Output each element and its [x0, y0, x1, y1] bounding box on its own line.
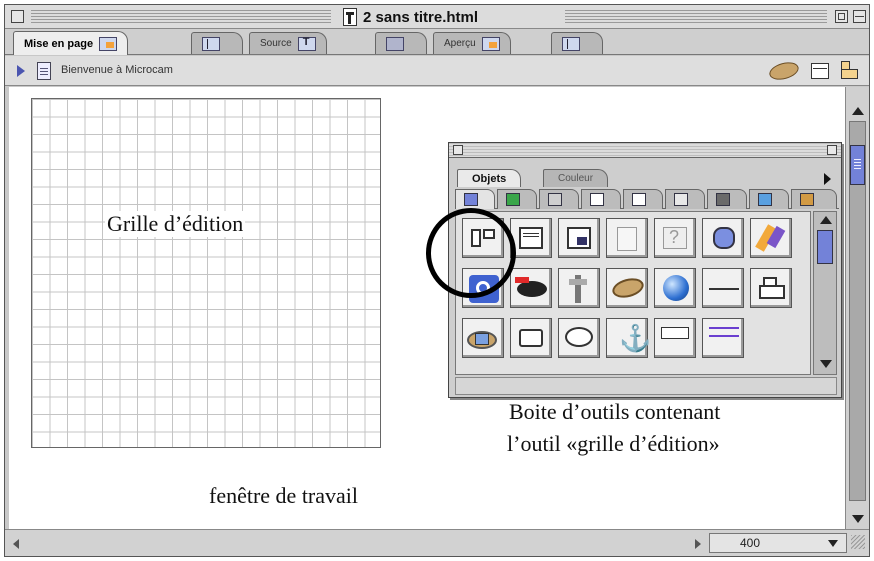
frame-tool-button[interactable]	[606, 218, 648, 258]
tab-label: Mise en page	[24, 37, 94, 50]
breadcrumb[interactable]: Bienvenue à Microcam	[61, 64, 173, 76]
resize-grip-icon[interactable]	[851, 535, 865, 549]
tab-label: Source	[260, 38, 292, 49]
comment-button[interactable]	[558, 318, 600, 358]
title-stripes	[31, 10, 331, 24]
close-box-icon[interactable]	[11, 10, 24, 23]
highlight-circle	[426, 208, 516, 298]
script-button[interactable]	[558, 268, 600, 308]
window-title: 2 sans titre.html	[337, 7, 485, 27]
category-more[interactable]	[791, 189, 837, 209]
palette-title-bar[interactable]	[449, 143, 841, 158]
palette-status-bar	[455, 377, 837, 395]
frames-icon	[202, 36, 220, 51]
window-icon	[590, 193, 604, 206]
grid-annotation: Grille d’édition	[105, 211, 246, 237]
text-icon	[297, 36, 316, 51]
vertical-scrollbar[interactable]	[845, 87, 869, 529]
zoom-value: 400	[740, 536, 761, 550]
source-mono-icon	[386, 36, 404, 51]
category-smart[interactable]	[707, 189, 747, 209]
tab-mise-en-page[interactable]: Mise en page	[13, 31, 129, 55]
toolbox-annotation-line2: l’outil «grille d’édition»	[507, 431, 720, 456]
image-icon	[99, 36, 118, 51]
object-oval-icon[interactable]	[767, 59, 801, 83]
palette-tabs: Objets Couleur	[449, 159, 841, 187]
palette-category-tabs	[455, 187, 839, 209]
frames-icon	[562, 36, 580, 51]
shockwave-button[interactable]	[510, 268, 552, 308]
html-tag-button[interactable]	[702, 318, 744, 358]
table-tool-button[interactable]	[510, 218, 552, 258]
palette-menu-arrow-icon[interactable]	[824, 173, 831, 185]
image-map-button[interactable]	[462, 318, 504, 358]
category-head[interactable]	[665, 189, 705, 209]
help-object-button[interactable]: ?	[654, 218, 696, 258]
page-icon	[37, 62, 51, 80]
category-window[interactable]	[581, 189, 621, 209]
horizontal-rule-button[interactable]	[702, 268, 744, 308]
zoom-box-icon[interactable]	[835, 10, 848, 23]
list-icon	[548, 193, 562, 206]
window-title-text: 2 sans titre.html	[363, 8, 479, 26]
layout-icon[interactable]	[839, 61, 858, 79]
scroll-right-arrow-icon[interactable]	[695, 539, 701, 549]
scroll-thumb[interactable]	[817, 230, 833, 264]
scroll-up-arrow-icon[interactable]	[820, 216, 832, 224]
title-stripes	[565, 10, 827, 24]
forms-icon	[506, 193, 520, 206]
anchor-button[interactable]: ⚓	[606, 318, 651, 358]
form-submit-button[interactable]	[750, 268, 792, 308]
toolbar: Bienvenue à Microcam	[5, 56, 869, 86]
view-tab-row: Mise en page Source Aperçu	[5, 29, 869, 55]
scroll-thumb[interactable]	[850, 145, 865, 185]
tab-apercu-frames[interactable]	[551, 32, 603, 54]
tab-frames[interactable]	[191, 32, 243, 54]
category-basic[interactable]	[455, 189, 495, 209]
more-icon	[800, 193, 814, 206]
category-list[interactable]	[539, 189, 579, 209]
tab-source-alt[interactable]	[375, 32, 427, 54]
chevron-down-icon	[828, 540, 838, 547]
site-icon	[758, 193, 772, 206]
tab-source[interactable]: Source	[249, 32, 327, 54]
category-frames[interactable]	[623, 189, 663, 209]
window-annotation: fenêtre de travail	[209, 483, 359, 508]
palette-tab-couleur[interactable]: Couleur	[543, 169, 609, 187]
collapse-box-icon[interactable]	[853, 10, 866, 23]
scroll-up-arrow-icon[interactable]	[852, 107, 864, 115]
disclosure-triangle-icon[interactable]	[17, 65, 25, 77]
scroll-down-arrow-icon[interactable]	[852, 515, 864, 523]
scroll-left-arrow-icon[interactable]	[13, 539, 19, 549]
basic-objects-icon	[464, 193, 478, 206]
scroll-down-arrow-icon[interactable]	[820, 360, 832, 368]
palette-close-icon[interactable]	[453, 145, 463, 155]
html-document-icon	[343, 8, 357, 26]
palette-scrollbar[interactable]	[813, 211, 837, 375]
object-oval-button[interactable]	[606, 268, 648, 308]
image-tool-button[interactable]	[558, 218, 600, 258]
toolbox-annotation-line1: Boite d’outils contenant	[509, 399, 721, 424]
bottom-bar: 400	[5, 529, 869, 556]
zoom-select[interactable]: 400	[709, 533, 847, 553]
tab-label: Aperçu	[444, 38, 476, 49]
line-break-button[interactable]	[654, 318, 696, 358]
java-applet-button[interactable]	[750, 218, 792, 258]
title-bar[interactable]: 2 sans titre.html	[5, 5, 869, 29]
palette-collapse-icon[interactable]	[827, 145, 837, 155]
smart-objects-icon	[716, 193, 730, 206]
window-icon[interactable]	[811, 63, 829, 79]
frames-icon	[632, 193, 646, 206]
marquee-button[interactable]	[510, 318, 552, 358]
tab-apercu[interactable]: Aperçu	[433, 32, 511, 54]
layout-grid[interactable]	[31, 98, 381, 448]
category-forms[interactable]	[497, 189, 537, 209]
sphere-object-button[interactable]	[654, 268, 696, 308]
head-icon	[674, 193, 688, 206]
plugin-object-button[interactable]	[702, 218, 744, 258]
image-icon	[481, 36, 500, 51]
palette-tab-objets[interactable]: Objets	[457, 169, 522, 187]
category-site[interactable]	[749, 189, 789, 209]
